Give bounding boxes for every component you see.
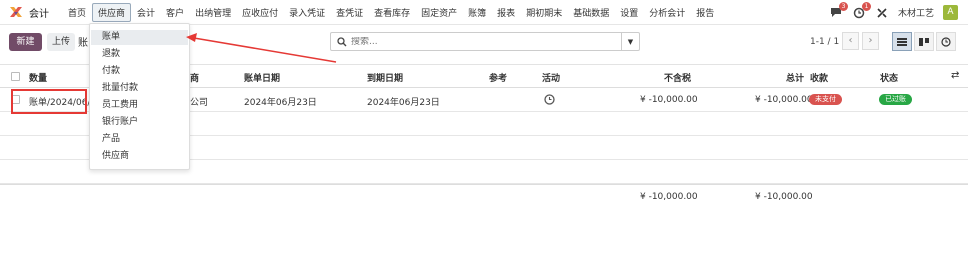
annotation-arrow: [186, 33, 337, 63]
